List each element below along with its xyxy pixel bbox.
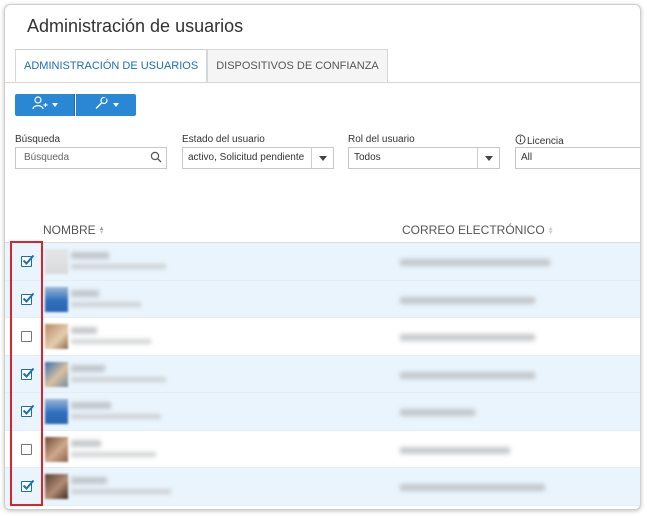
add-user-icon bbox=[31, 95, 48, 115]
user-subtitle-redacted bbox=[71, 264, 166, 269]
user-name-redacted[interactable] bbox=[71, 477, 107, 484]
tab-bar: ADMINISTRACIÓN DE USUARIOS DISPOSITIVOS … bbox=[15, 49, 388, 83]
app-window: Administración de usuarios ADMINISTRACIÓ… bbox=[4, 4, 641, 510]
table-row[interactable] bbox=[5, 393, 640, 431]
user-email-redacted bbox=[400, 334, 535, 341]
user-email-redacted bbox=[400, 484, 545, 491]
user-name-redacted[interactable] bbox=[71, 439, 101, 447]
user-email-redacted bbox=[400, 296, 535, 304]
avatar bbox=[45, 249, 68, 274]
avatar bbox=[45, 474, 68, 499]
row-checkbox[interactable] bbox=[21, 292, 35, 305]
row-checkbox[interactable] bbox=[21, 254, 35, 267]
user-table bbox=[5, 243, 640, 506]
avatar bbox=[45, 286, 68, 312]
chevron-down-icon[interactable] bbox=[477, 148, 499, 168]
license-label: Licencia bbox=[527, 135, 564, 147]
user-subtitle-redacted bbox=[71, 339, 151, 344]
user-name-redacted[interactable] bbox=[71, 252, 109, 259]
column-header-name[interactable]: NOMBRE ▲ ▼ bbox=[43, 223, 105, 237]
user-subtitle-redacted bbox=[71, 489, 171, 494]
license-select[interactable]: All bbox=[515, 147, 640, 169]
status-value: activo, Solicitud pendiente bbox=[188, 152, 305, 163]
wrench-icon bbox=[94, 96, 109, 115]
user-subtitle-redacted bbox=[71, 301, 141, 307]
row-checkbox[interactable] bbox=[21, 367, 35, 380]
row-checkbox[interactable] bbox=[21, 479, 35, 492]
user-name-redacted[interactable] bbox=[71, 289, 99, 297]
search-field bbox=[15, 147, 167, 169]
tools-button[interactable] bbox=[76, 94, 136, 116]
table-row[interactable] bbox=[5, 243, 640, 281]
user-subtitle-redacted bbox=[71, 414, 161, 419]
user-subtitle-redacted bbox=[71, 451, 156, 457]
license-label-group: Licencia bbox=[515, 134, 564, 148]
status-select[interactable]: activo, Solicitud pendiente bbox=[182, 147, 334, 169]
sort-icon: ▲ ▼ bbox=[98, 225, 105, 236]
row-checkbox[interactable] bbox=[21, 404, 35, 417]
user-name-redacted[interactable] bbox=[71, 327, 97, 334]
user-email-redacted bbox=[400, 371, 535, 379]
license-value: All bbox=[521, 152, 533, 163]
user-subtitle-redacted bbox=[71, 376, 166, 382]
search-input[interactable] bbox=[24, 152, 144, 163]
user-name-redacted[interactable] bbox=[71, 364, 105, 372]
avatar bbox=[45, 361, 68, 387]
tab-user-admin[interactable]: ADMINISTRACIÓN DE USUARIOS bbox=[15, 49, 208, 83]
user-email-redacted bbox=[400, 259, 550, 266]
row-checkbox[interactable] bbox=[21, 331, 32, 342]
avatar bbox=[45, 324, 68, 349]
search-icon[interactable] bbox=[150, 151, 162, 171]
user-email-redacted bbox=[400, 409, 475, 416]
tab-divider bbox=[5, 82, 640, 83]
toolbar bbox=[15, 94, 136, 116]
search-label: Búsqueda bbox=[15, 134, 61, 145]
row-checkbox[interactable] bbox=[21, 443, 32, 455]
chevron-down-icon bbox=[51, 103, 58, 107]
table-row[interactable] bbox=[5, 430, 640, 468]
info-icon[interactable] bbox=[515, 134, 526, 148]
add-user-button[interactable] bbox=[15, 94, 75, 116]
user-name-redacted[interactable] bbox=[71, 402, 111, 409]
user-email-redacted bbox=[400, 446, 510, 454]
page-title: Administración de usuarios bbox=[27, 16, 244, 36]
table-row[interactable] bbox=[5, 280, 640, 318]
avatar bbox=[45, 436, 68, 462]
tab-trusted-devices[interactable]: DISPOSITIVOS DE CONFIANZA bbox=[207, 49, 388, 83]
chevron-down-icon bbox=[112, 103, 119, 107]
avatar bbox=[45, 399, 68, 424]
table-row[interactable] bbox=[5, 355, 640, 393]
role-value: Todos bbox=[354, 152, 381, 163]
table-row[interactable] bbox=[5, 468, 640, 506]
status-label: Estado del usuario bbox=[182, 134, 265, 145]
role-label: Rol del usuario bbox=[348, 134, 415, 145]
sort-icon: ▲ ▼ bbox=[547, 225, 554, 236]
role-select[interactable]: Todos bbox=[348, 147, 500, 169]
chevron-down-icon[interactable] bbox=[311, 148, 333, 168]
column-header-email[interactable]: CORREO ELECTRÓNICO ▲ ▼ bbox=[402, 223, 554, 237]
table-row[interactable] bbox=[5, 318, 640, 356]
